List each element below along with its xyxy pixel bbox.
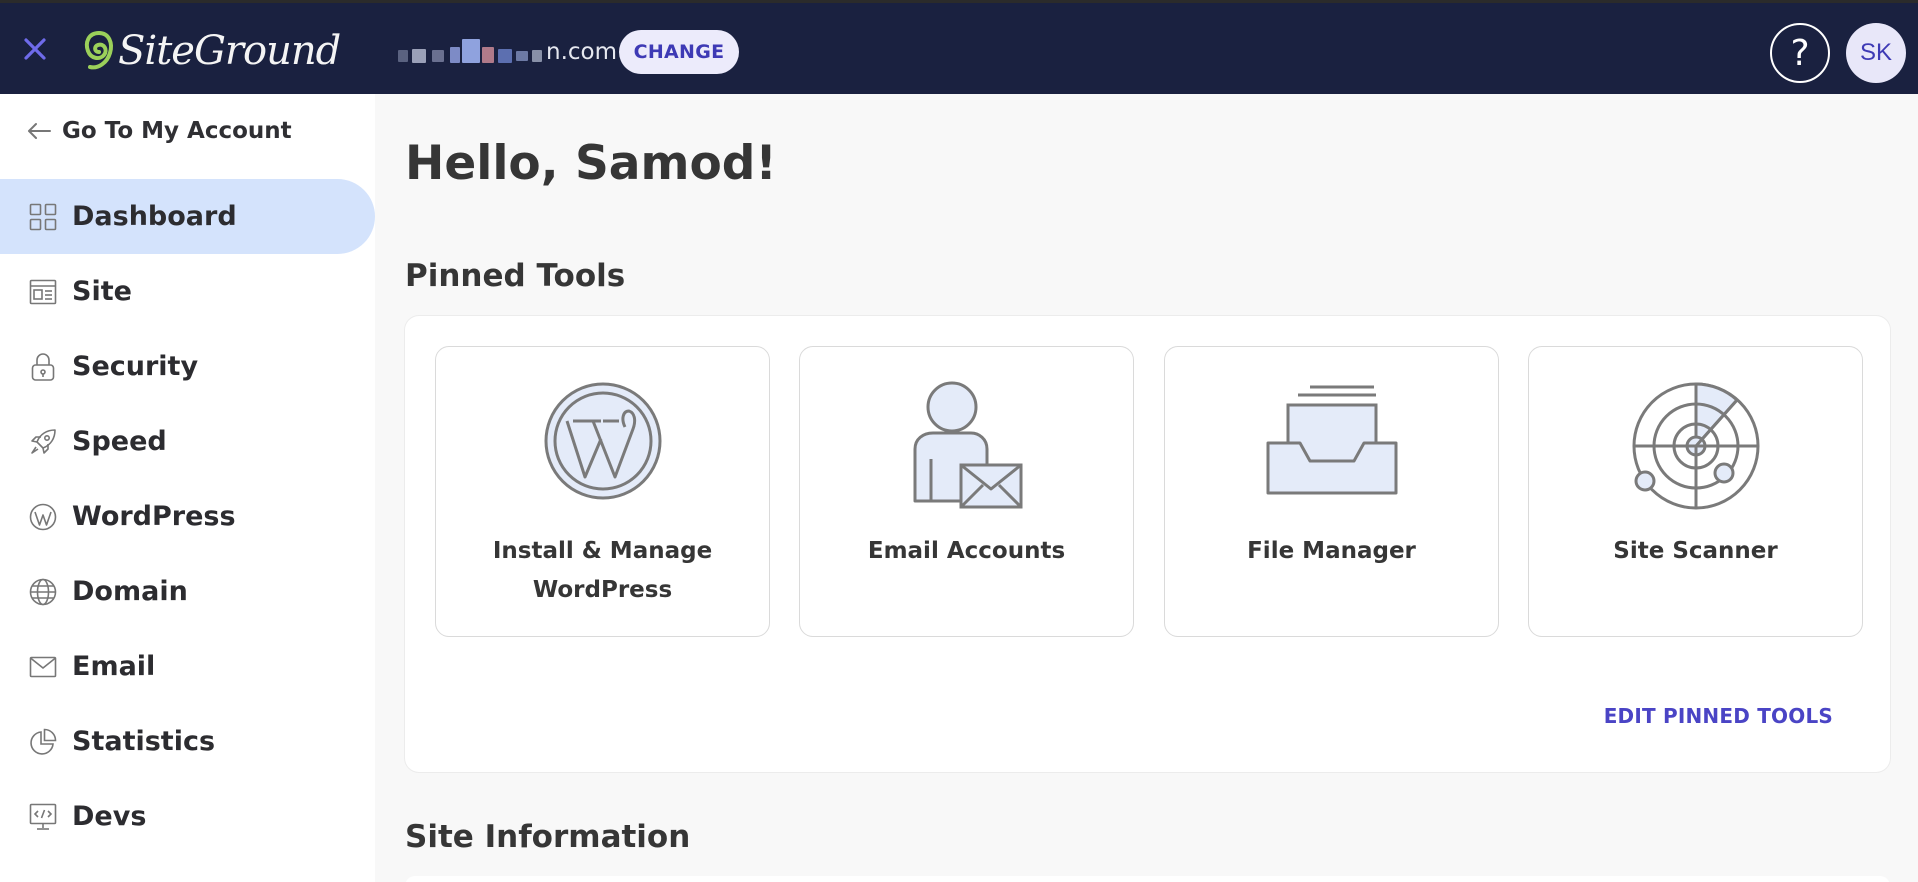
sidebar-item-speed[interactable]: Speed [0,404,375,479]
question-icon: ? [1790,32,1810,74]
sidebar-item-security[interactable]: Security [0,329,375,404]
sidebar-item-label: Email [72,651,156,682]
current-domain: n.com [398,32,617,72]
close-icon[interactable] [22,36,48,62]
arrow-left-icon [28,123,51,139]
tool-file-manager[interactable]: File Manager [1164,346,1499,637]
email-accounts-icon [913,381,1022,509]
domain-text: n.com [546,39,618,65]
site-icon [28,277,58,307]
wordpress-icon [544,382,661,500]
pinned-tools-card: Install & Manage WordPress Email Account… [405,316,1890,772]
top-bar: SiteGround n.com CHANGE ? SK [0,0,1918,94]
sidebar-item-label: Security [72,351,199,382]
globe-icon [28,577,58,607]
page-title: Hello, Samod! [405,136,777,191]
lock-icon [28,352,58,382]
sidebar: Go To My Account Dashboard Site Security… [0,94,375,882]
sidebar-item-email[interactable]: Email [0,629,375,704]
tool-site-scanner[interactable]: Site Scanner [1528,346,1863,637]
edit-pinned-tools-link[interactable]: EDIT PINNED TOOLS [1604,704,1833,728]
sidebar-item-label: Site [72,276,132,307]
sidebar-item-label: Speed [72,426,167,457]
wordpress-icon [28,502,58,532]
radar-icon [1632,382,1759,510]
sidebar-item-label: Devs [72,801,147,832]
blurred-domain-name [398,37,548,67]
tool-label: Install & Manage WordPress [492,538,713,603]
pinned-tools-title: Pinned Tools [405,258,626,294]
code-icon [28,802,58,832]
tool-install-manage-wordpress[interactable]: Install & Manage WordPress [435,346,770,637]
tool-email-accounts[interactable]: Email Accounts [799,346,1134,637]
sidebar-item-statistics[interactable]: Statistics [0,704,375,779]
sidebar-item-label: Dashboard [72,201,237,232]
go-to-my-account-link[interactable]: Go To My Account [26,118,292,144]
sidebar-item-label: WordPress [72,501,236,532]
back-label: Go To My Account [62,118,292,144]
sidebar-item-domain[interactable]: Domain [0,554,375,629]
site-information-title: Site Information [405,819,691,855]
help-button[interactable]: ? [1770,23,1830,83]
avatar-initials: SK [1859,39,1892,66]
change-site-button[interactable]: CHANGE [619,30,739,74]
file-tray-icon [1266,385,1397,495]
rocket-icon [28,427,58,457]
tool-label: Site Scanner [1613,538,1778,564]
sidebar-item-wordpress[interactable]: WordPress [0,479,375,554]
sidebar-item-devs[interactable]: Devs [0,779,375,854]
siteground-logo[interactable]: SiteGround [82,25,341,77]
siteground-swirl-icon [84,31,113,70]
sidebar-item-dashboard[interactable]: Dashboard [0,179,375,254]
grid-icon [28,202,58,232]
tool-label: Email Accounts [867,538,1066,564]
tool-label: File Manager [1247,538,1416,564]
pie-chart-icon [28,727,58,757]
logo-text: SiteGround [118,28,341,74]
user-avatar[interactable]: SK [1846,23,1906,83]
sidebar-item-label: Domain [72,576,188,607]
sidebar-item-site[interactable]: Site [0,254,375,329]
site-information-card [405,876,1890,882]
sidebar-item-label: Statistics [72,726,216,757]
envelope-icon [28,652,58,682]
